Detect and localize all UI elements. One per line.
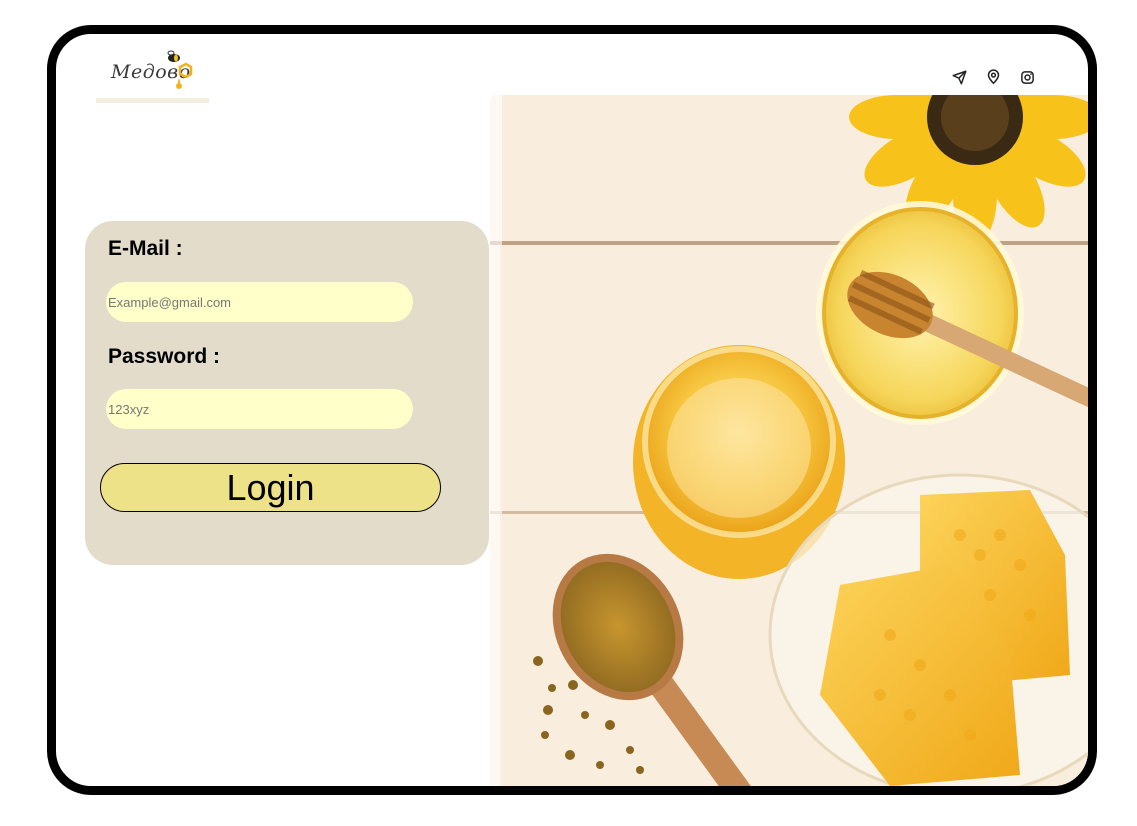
send-icon[interactable] [950, 68, 968, 86]
app-frame: Медово E-Mail: Example@gmail.com Passwo… [47, 25, 1097, 795]
logo-underline [96, 98, 209, 103]
password-field[interactable] [106, 389, 413, 429]
email-label: E-Mail : [108, 237, 183, 260]
hero-honey-image [490, 95, 1088, 786]
header-icons [950, 68, 1036, 86]
login-button[interactable]: Login [100, 463, 441, 512]
password-label: Password : [108, 345, 221, 368]
brand-logo[interactable]: Медово [96, 44, 209, 102]
instagram-icon[interactable] [1018, 68, 1036, 86]
location-pin-icon[interactable] [984, 68, 1002, 86]
honey-illustration [490, 95, 1088, 786]
bee-honeycomb-icon [167, 50, 193, 89]
email-field[interactable] [106, 282, 413, 322]
login-card: E-Mail : Password : Login [85, 221, 489, 565]
